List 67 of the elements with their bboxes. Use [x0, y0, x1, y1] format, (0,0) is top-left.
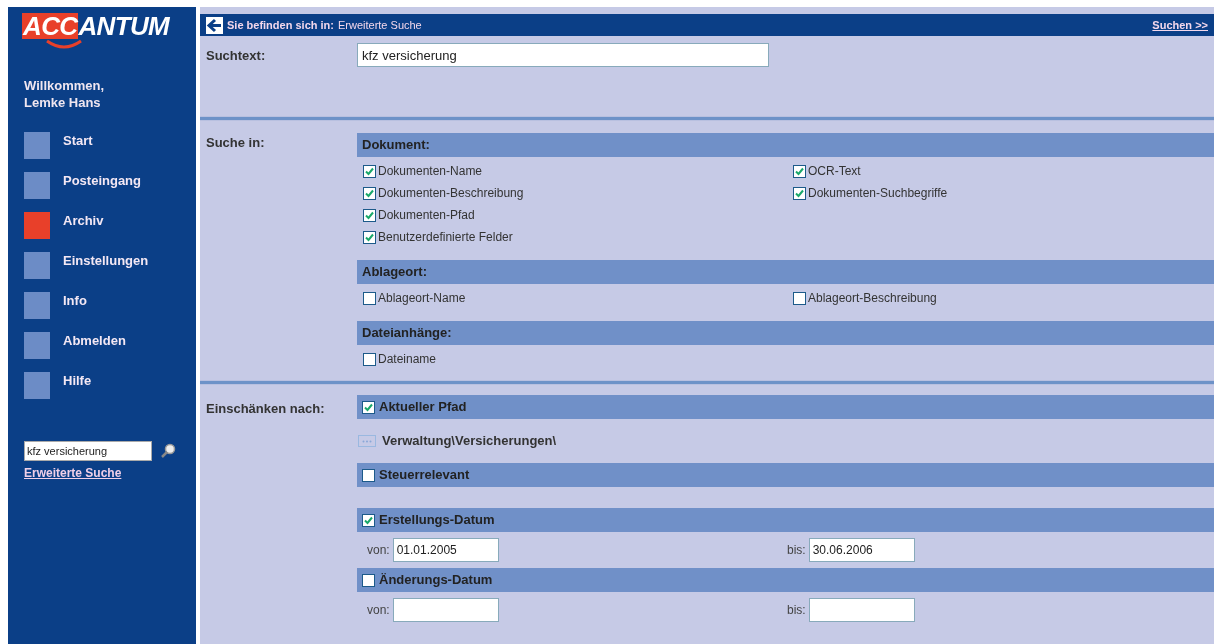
checkbox[interactable] — [363, 164, 376, 178]
advanced-search-link[interactable]: Erweiterte Suche — [24, 464, 122, 482]
date-field[interactable] — [392, 598, 499, 622]
date-field[interactable]: 30.06.2006 — [808, 538, 915, 562]
checkbox-label: Dokumenten-Beschreibung — [378, 185, 524, 202]
filter-title: Steuerrelevant — [379, 466, 470, 485]
nav-item[interactable]: Info — [24, 285, 196, 325]
checkbox-label: Ablageort-Beschreibung — [808, 290, 937, 307]
checkbox[interactable] — [363, 352, 376, 366]
date-label: bis: — [787, 602, 806, 619]
filter-title: Erstellungs-Datum — [379, 511, 495, 530]
nav-item[interactable]: Posteingang — [24, 165, 196, 205]
group-title: Ablageort: — [362, 263, 427, 282]
check-icon — [795, 166, 804, 176]
nav-item[interactable]: Einstellungen — [24, 245, 196, 285]
back-icon[interactable] — [206, 16, 223, 34]
date-field[interactable]: 01.01.2005 — [392, 538, 499, 562]
checkbox-label: Dokumenten-Name — [378, 163, 483, 180]
search-link[interactable]: Suchen >> — [1152, 16, 1208, 34]
check-icon — [795, 188, 804, 198]
filter-title: Aktueller Pfad — [379, 398, 467, 417]
check-icon — [365, 188, 374, 198]
check-icon — [364, 515, 373, 525]
breadcrumb-label: Sie befinden sich in: — [227, 17, 334, 33]
nav-item[interactable]: Hilfe — [24, 365, 196, 405]
checkbox[interactable] — [362, 400, 375, 414]
checkbox-label: Ablageort-Name — [378, 290, 466, 307]
checkbox-label: Dateiname — [378, 351, 437, 368]
date-label: von: — [367, 542, 390, 559]
group-title: Dokument: — [362, 136, 430, 155]
logo: ACCANTUM — [22, 13, 196, 49]
dots-icon — [362, 439, 372, 443]
field-label: Einschänken nach: — [205, 400, 326, 418]
checkbox[interactable] — [363, 230, 376, 244]
nav-item[interactable]: Start — [24, 125, 196, 165]
checkbox[interactable] — [793, 291, 806, 305]
date-label: von: — [367, 602, 390, 619]
checkbox[interactable] — [363, 186, 376, 200]
checkbox[interactable] — [363, 291, 376, 305]
checkbox-label: OCR-Text — [808, 163, 861, 180]
checkbox[interactable] — [363, 208, 376, 222]
check-icon — [365, 210, 374, 220]
field-label: Suchtext: — [205, 47, 267, 65]
nav-item[interactable]: Abmelden — [24, 325, 196, 365]
checkbox-label: Benutzerdefinierte Felder — [378, 229, 513, 246]
check-icon — [364, 402, 373, 412]
date-label: bis: — [787, 542, 806, 559]
checkbox-label: Dokumenten-Pfad — [378, 207, 475, 224]
checkbox[interactable] — [362, 513, 375, 527]
checkbox[interactable] — [793, 186, 806, 200]
checkbox[interactable] — [362, 468, 375, 482]
check-icon — [365, 166, 374, 176]
search-text-field[interactable]: kfz versicherung — [357, 43, 769, 67]
checkbox[interactable] — [793, 164, 806, 178]
filter-title: Änderungs-Datum — [379, 571, 493, 590]
checkbox[interactable] — [362, 573, 375, 587]
date-field[interactable] — [808, 598, 915, 622]
nav-item[interactable]: Archiv — [24, 205, 196, 245]
check-icon — [365, 232, 374, 242]
welcome-text: Willkommen, Lemke Hans — [24, 77, 106, 111]
breadcrumb-current: Erweiterte Suche — [337, 17, 422, 33]
search-field[interactable]: kfz versicherung — [24, 441, 152, 461]
search-icon[interactable] — [160, 443, 176, 459]
path-text: Verwaltung\Versicherungen\ — [382, 432, 557, 451]
group-title: Dateianhänge: — [362, 324, 452, 343]
field-label: Suche in: — [205, 134, 266, 152]
checkbox-label: Dokumenten-Suchbegriffe — [808, 185, 948, 202]
